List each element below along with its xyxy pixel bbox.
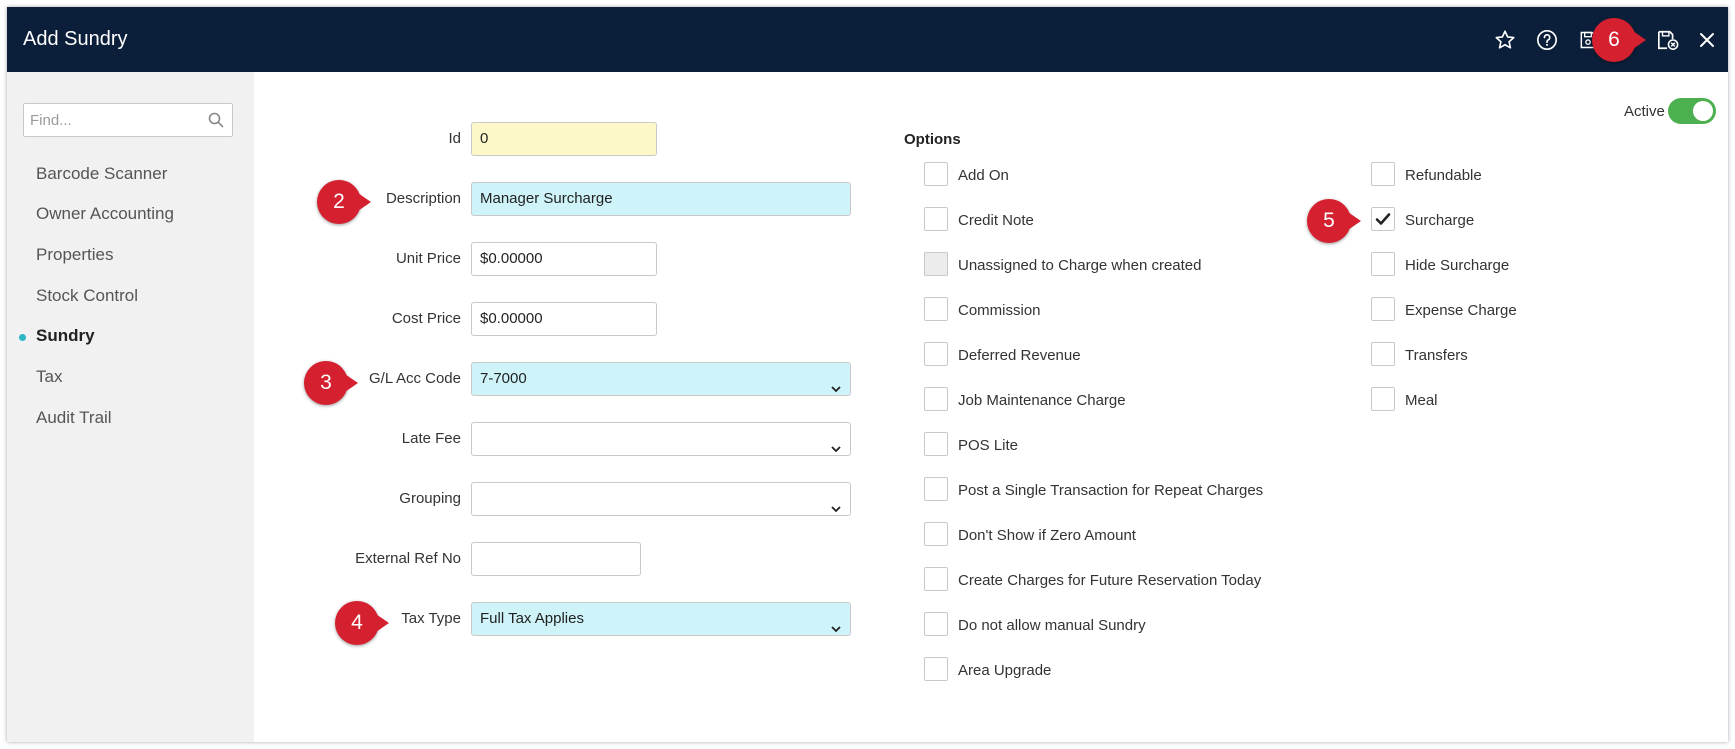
chevron-down-icon — [830, 374, 842, 406]
surcharge-checkbox[interactable] — [1371, 207, 1395, 231]
pos-lite-label: POS Lite — [958, 437, 1019, 454]
job-maintenance-charge-checkbox[interactable] — [924, 387, 948, 411]
sidebar-item-tax[interactable]: Tax — [36, 367, 62, 387]
no-manual-sundry-label: Do not allow manual Sundry — [958, 617, 1146, 634]
hide-surcharge-label: Hide Surcharge — [1405, 257, 1510, 274]
add-sundry-window: Add Sundry Barcode Scanner Owner Account… — [7, 7, 1728, 742]
marker-arrow — [355, 191, 371, 213]
grouping-select[interactable] — [471, 482, 851, 516]
id-label: Id — [448, 130, 461, 147]
sidebar-item-properties[interactable]: Properties — [36, 245, 113, 265]
credit-note-checkbox[interactable] — [924, 207, 948, 231]
find-box — [23, 103, 233, 137]
commission-checkbox[interactable] — [924, 297, 948, 321]
unassigned-to-charge-checkbox — [924, 252, 948, 276]
sidebar-item-sundry[interactable]: Sundry — [36, 326, 95, 346]
cost-price-label: Cost Price — [391, 310, 461, 327]
post-single-transaction-checkbox[interactable] — [924, 477, 948, 501]
unassigned-to-charge-label: Unassigned to Charge when created — [958, 257, 1202, 274]
meal-checkbox[interactable] — [1371, 387, 1395, 411]
active-indicator-dot — [19, 334, 26, 341]
add-on-label: Add On — [958, 167, 1009, 184]
gl-acc-code-select[interactable]: 7-7000 — [471, 362, 851, 396]
cost-price-field[interactable]: $0.00000 — [471, 302, 657, 336]
external-ref-label: External Ref No — [355, 550, 461, 567]
marker-arrow — [342, 372, 358, 394]
step-marker-5: 5 — [1307, 199, 1361, 243]
unit-price-field[interactable]: $0.00000 — [471, 242, 657, 276]
marker-arrow — [1630, 29, 1646, 51]
options-heading: Options — [904, 131, 961, 148]
tax-type-select[interactable]: Full Tax Applies — [471, 602, 851, 636]
refundable-checkbox[interactable] — [1371, 162, 1395, 186]
transfers-checkbox[interactable] — [1371, 342, 1395, 366]
id-field[interactable]: 0 — [471, 122, 657, 156]
star-icon[interactable] — [1492, 27, 1518, 53]
create-charges-future-checkbox[interactable] — [924, 567, 948, 591]
step-marker-2: 2 — [317, 180, 371, 224]
save-and-close-icon[interactable] — [1655, 27, 1681, 53]
sidebar-item-stock-control[interactable]: Stock Control — [36, 286, 138, 306]
surcharge-label: Surcharge — [1405, 212, 1475, 229]
external-ref-field[interactable] — [471, 542, 641, 576]
job-maintenance-charge-label: Job Maintenance Charge — [958, 392, 1126, 409]
refundable-label: Refundable — [1405, 167, 1482, 184]
dont-show-if-zero-label: Don't Show if Zero Amount — [958, 527, 1136, 544]
step-marker-4: 4 — [335, 601, 389, 645]
deferred-revenue-checkbox[interactable] — [924, 342, 948, 366]
commission-label: Commission — [958, 302, 1041, 319]
dont-show-if-zero-checkbox[interactable] — [924, 522, 948, 546]
area-upgrade-checkbox[interactable] — [924, 657, 948, 681]
chevron-down-icon — [830, 434, 842, 466]
active-label: Active — [1624, 103, 1665, 120]
expense-charge-checkbox[interactable] — [1371, 297, 1395, 321]
step-marker-6: 6 — [1592, 18, 1646, 62]
credit-note-label: Credit Note — [958, 212, 1034, 229]
chevron-down-icon — [830, 494, 842, 526]
deferred-revenue-label: Deferred Revenue — [958, 347, 1081, 364]
sidebar-item-audit-trail[interactable]: Audit Trail — [36, 408, 112, 428]
find-input[interactable] — [24, 104, 194, 136]
sidebar: Barcode Scanner Owner Accounting Propert… — [7, 72, 254, 742]
search-icon[interactable] — [208, 112, 224, 133]
create-charges-future-label: Create Charges for Future Reservation To… — [958, 572, 1262, 589]
chevron-down-icon — [830, 614, 842, 646]
help-icon[interactable] — [1534, 27, 1560, 53]
sidebar-item-owner-accounting[interactable]: Owner Accounting — [36, 204, 174, 224]
close-icon[interactable] — [1694, 27, 1720, 53]
pos-lite-checkbox[interactable] — [924, 432, 948, 456]
meal-label: Meal — [1405, 392, 1438, 409]
no-manual-sundry-checkbox[interactable] — [924, 612, 948, 636]
area-upgrade-label: Area Upgrade — [958, 662, 1052, 679]
title-bar: Add Sundry — [7, 7, 1728, 72]
hide-surcharge-checkbox[interactable] — [1371, 252, 1395, 276]
transfers-label: Transfers — [1405, 347, 1468, 364]
checkmark-icon — [1375, 213, 1391, 225]
step-marker-3: 3 — [304, 361, 358, 405]
grouping-label: Grouping — [399, 490, 461, 507]
post-single-transaction-label: Post a Single Transaction for Repeat Cha… — [958, 482, 1264, 499]
description-field[interactable]: Manager Surcharge — [471, 182, 851, 216]
gl-acc-code-label: G/L Acc Code — [369, 370, 461, 387]
marker-arrow — [1345, 210, 1361, 232]
expense-charge-label: Expense Charge — [1405, 302, 1517, 319]
unit-price-label: Unit Price — [395, 250, 461, 267]
toggle-knob — [1693, 101, 1713, 121]
active-toggle[interactable] — [1668, 98, 1716, 124]
sidebar-item-barcode-scanner[interactable]: Barcode Scanner — [36, 164, 167, 184]
add-on-checkbox[interactable] — [924, 162, 948, 186]
marker-arrow — [373, 612, 389, 634]
late-fee-select[interactable] — [471, 422, 851, 456]
late-fee-label: Late Fee — [401, 430, 461, 447]
gl-acc-code-value: 7-7000 — [480, 370, 527, 387]
tax-type-value: Full Tax Applies — [480, 610, 584, 627]
window-title: Add Sundry — [23, 28, 128, 50]
